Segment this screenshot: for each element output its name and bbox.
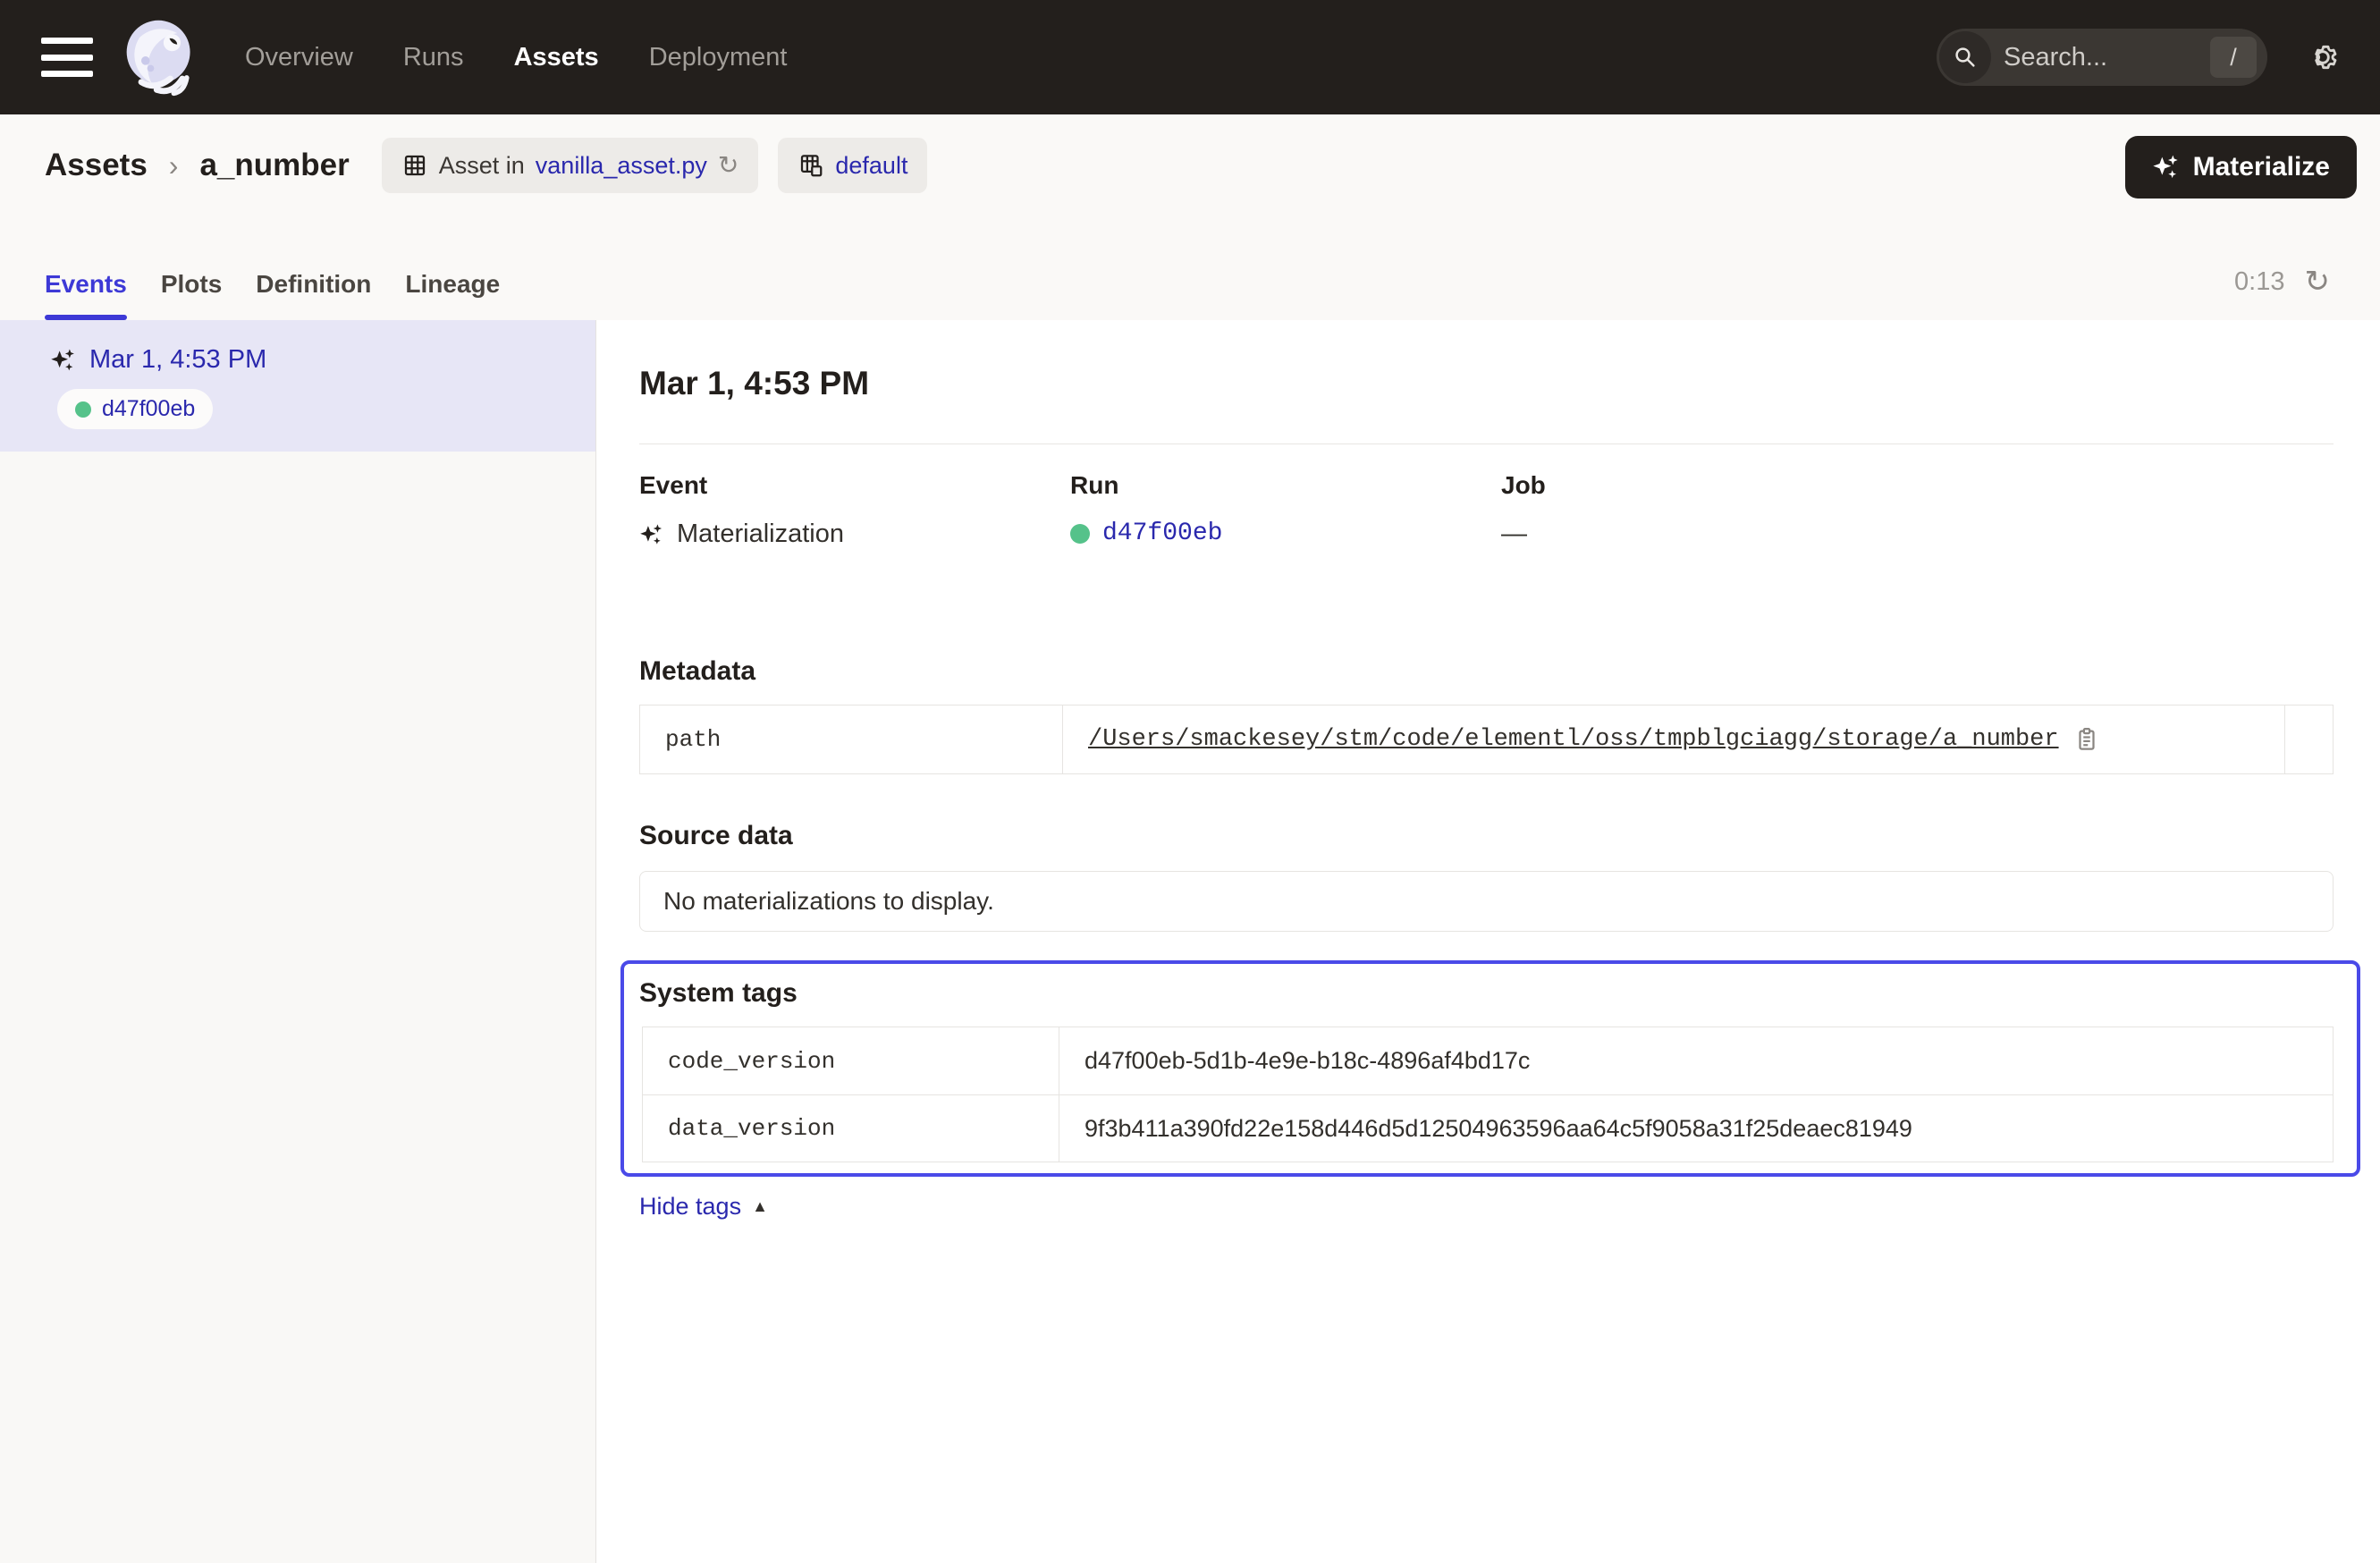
asset-group-icon: [798, 152, 824, 179]
job-empty-value: —: [1501, 520, 1527, 549]
tag-value: d47f00eb-5d1b-4e9e-b18c-4896af4bd17c: [1085, 1047, 1530, 1075]
event-type-value: Materialization: [677, 520, 844, 549]
table-row: data_version 9f3b411a390fd22e158d446d5d1…: [643, 1094, 2333, 1162]
primary-nav: Overview Runs Assets Deployment: [245, 43, 787, 72]
page-title: a_number: [199, 148, 349, 183]
asset-pill-prefix: Asset in: [439, 152, 525, 180]
run-status-dot-icon: [75, 401, 91, 418]
nav-item-assets[interactable]: Assets: [514, 43, 599, 72]
materialize-button[interactable]: Materialize: [2125, 136, 2357, 199]
source-data-heading: Source data: [639, 821, 2334, 851]
asset-tabs: Events Plots Definition Lineage: [45, 270, 500, 320]
page-header: Assets › a_number Asset in vanilla_asset…: [0, 114, 2380, 320]
metadata-table: path /Users/smackesey/stm/code/elementl/…: [639, 705, 2334, 774]
collapse-arrow-icon: ▲: [752, 1197, 768, 1216]
metadata-heading: Metadata: [639, 656, 2334, 687]
materialize-label: Materialize: [2193, 152, 2330, 182]
system-tags-heading: System tags: [639, 978, 2334, 1009]
tab-plots[interactable]: Plots: [161, 270, 222, 320]
nav-item-overview[interactable]: Overview: [245, 43, 353, 72]
tab-definition[interactable]: Definition: [256, 270, 371, 320]
nav-item-deployment[interactable]: Deployment: [649, 43, 788, 72]
run-status-dot-icon: [1070, 524, 1090, 544]
tab-events[interactable]: Events: [45, 270, 127, 320]
search-shortcut-badge: /: [2210, 37, 2257, 78]
hide-tags-link[interactable]: Hide tags ▲: [639, 1193, 768, 1221]
table-row: path /Users/smackesey/stm/code/elementl/…: [640, 705, 2333, 773]
events-sidebar: Mar 1, 4:53 PM d47f00eb: [0, 320, 596, 1563]
run-tag[interactable]: d47f00eb: [57, 389, 213, 429]
asset-grid-icon: [401, 152, 428, 179]
event-list-item[interactable]: Mar 1, 4:53 PM d47f00eb: [0, 320, 595, 452]
settings-gear-icon[interactable]: [2305, 39, 2341, 75]
search-input[interactable]: [2004, 43, 2210, 72]
table-row: code_version d47f00eb-5d1b-4e9e-b18c-489…: [643, 1027, 2333, 1094]
event-timestamp: Mar 1, 4:53 PM: [89, 345, 266, 375]
job-column: Job —: [1501, 471, 2334, 549]
source-data-empty-state: No materializations to display.: [639, 871, 2334, 932]
table-gutter: [2284, 705, 2333, 773]
dagster-logo-icon[interactable]: [120, 16, 202, 98]
system-tags-table: code_version d47f00eb-5d1b-4e9e-b18c-489…: [642, 1027, 2334, 1162]
group-link[interactable]: default: [835, 152, 907, 180]
tag-key: data_version: [643, 1095, 1059, 1162]
run-label: Run: [1070, 471, 1501, 500]
refresh-countdown: 0:13: [2234, 267, 2284, 297]
path-value-link[interactable]: /Users/smackesey/stm/code/elementl/oss/t…: [1088, 726, 2059, 753]
top-nav: Overview Runs Assets Deployment /: [0, 0, 2380, 114]
sparkle-icon: [50, 347, 77, 374]
event-detail-title: Mar 1, 4:53 PM: [639, 365, 2334, 402]
event-detail-panel: Mar 1, 4:53 PM Event Materialization Run…: [597, 320, 2380, 1563]
breadcrumb-assets-link[interactable]: Assets: [45, 148, 148, 183]
asset-file-link[interactable]: vanilla_asset.py: [536, 152, 707, 180]
nav-item-runs[interactable]: Runs: [403, 43, 464, 72]
run-column: Run d47f00eb: [1070, 471, 1501, 549]
sparkle-icon: [2152, 153, 2181, 182]
hamburger-menu-icon[interactable]: [41, 38, 93, 77]
breadcrumb: Assets › a_number Asset in vanilla_asset…: [45, 136, 927, 195]
refresh-icon[interactable]: ↻: [2305, 266, 2331, 297]
system-tags-highlight-box: System tags code_version d47f00eb-5d1b-4…: [620, 960, 2360, 1177]
asset-group-pill[interactable]: default: [778, 138, 927, 193]
source-data-empty-text: No materializations to display.: [663, 887, 994, 916]
metadata-key: path: [640, 705, 1063, 773]
run-tag-id: d47f00eb: [102, 396, 195, 422]
copy-to-clipboard-icon[interactable]: [2073, 726, 2100, 753]
job-label: Job: [1501, 471, 2334, 500]
search-icon: [1939, 31, 1991, 83]
run-id-link[interactable]: d47f00eb: [1102, 520, 1222, 547]
hide-tags-label: Hide tags: [639, 1193, 741, 1221]
breadcrumb-chevron-icon: ›: [167, 149, 181, 182]
tab-lineage[interactable]: Lineage: [405, 270, 500, 320]
search-box[interactable]: /: [1937, 29, 2267, 86]
asset-definition-pill[interactable]: Asset in vanilla_asset.py ↻: [382, 138, 759, 193]
tag-value: 9f3b411a390fd22e158d446d5d12504963596aa6…: [1085, 1115, 1912, 1143]
event-column: Event Materialization: [639, 471, 1070, 549]
sparkle-icon: [639, 522, 664, 547]
tag-key: code_version: [643, 1027, 1059, 1094]
event-label: Event: [639, 471, 1070, 500]
reload-definition-icon[interactable]: ↻: [718, 153, 738, 178]
